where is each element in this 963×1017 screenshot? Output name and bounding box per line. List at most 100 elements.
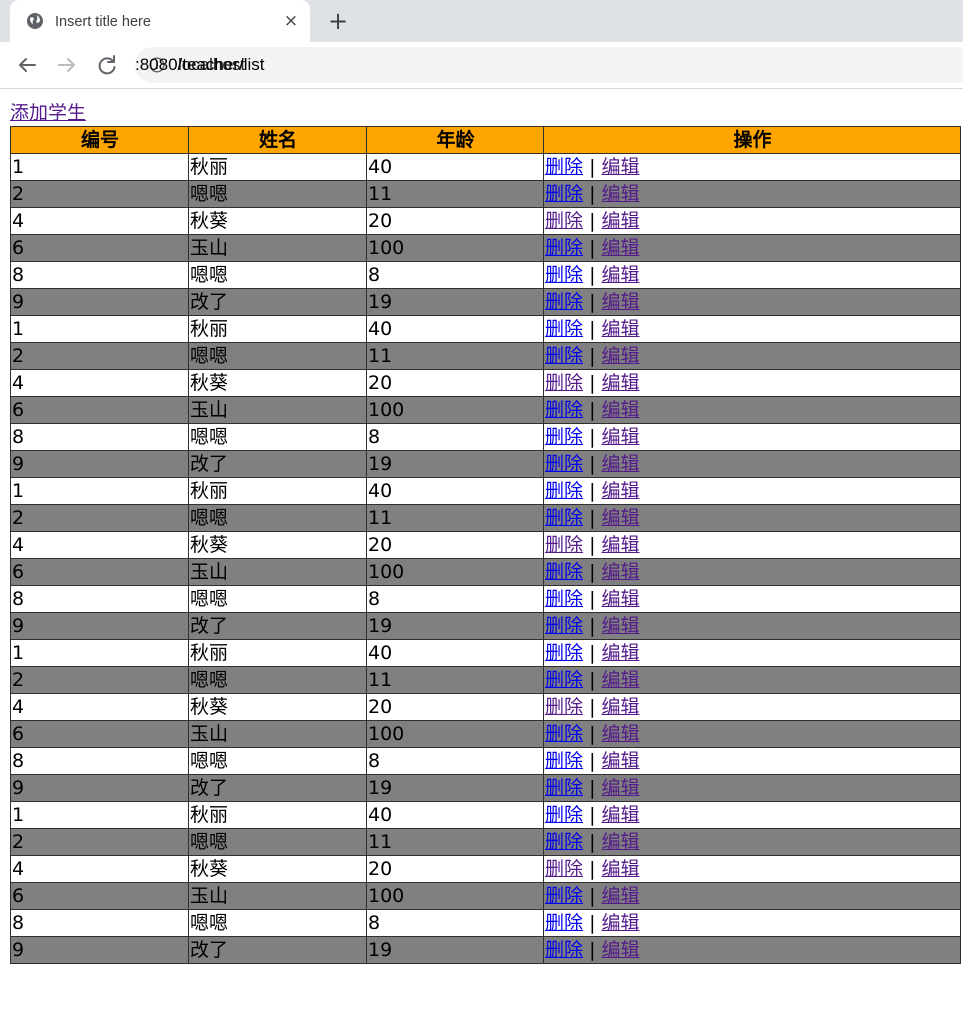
delete-link[interactable]: 删除 [545, 858, 583, 880]
action-separator: | [589, 939, 596, 961]
action-separator: | [589, 777, 596, 799]
edit-link[interactable]: 编辑 [602, 264, 640, 286]
action-separator: | [589, 750, 596, 772]
delete-link[interactable]: 删除 [545, 723, 583, 745]
delete-link[interactable]: 删除 [545, 156, 583, 178]
delete-link[interactable]: 删除 [545, 210, 583, 232]
delete-link[interactable]: 删除 [545, 534, 583, 556]
cell-name: 改了 [188, 774, 367, 802]
cell-age: 20 [366, 369, 544, 397]
edit-link[interactable]: 编辑 [602, 291, 640, 313]
edit-link[interactable]: 编辑 [602, 480, 640, 502]
edit-link[interactable]: 编辑 [602, 399, 640, 421]
table-row: 8 嗯嗯 8 删除 | 编辑 [10, 261, 961, 289]
cell-id: 4 [10, 693, 189, 721]
edit-link[interactable]: 编辑 [602, 561, 640, 583]
reload-icon[interactable] [93, 51, 121, 79]
edit-link[interactable]: 编辑 [602, 696, 640, 718]
delete-link[interactable]: 删除 [545, 345, 583, 367]
forward-arrow-icon[interactable] [53, 51, 81, 79]
cell-actions: 删除 | 编辑 [543, 450, 961, 478]
delete-link[interactable]: 删除 [545, 642, 583, 664]
cell-name: 嗯嗯 [188, 423, 367, 451]
delete-link[interactable]: 删除 [545, 183, 583, 205]
delete-link[interactable]: 删除 [545, 831, 583, 853]
edit-link[interactable]: 编辑 [602, 156, 640, 178]
cell-actions: 删除 | 编辑 [543, 882, 961, 910]
table-row: 2 嗯嗯 11 删除 | 编辑 [10, 666, 961, 694]
delete-link[interactable]: 删除 [545, 561, 583, 583]
delete-link[interactable]: 删除 [545, 480, 583, 502]
close-tab-icon[interactable]: × [280, 10, 302, 32]
edit-link[interactable]: 编辑 [602, 723, 640, 745]
table-header-row: 编号 姓名 年龄 操作 [10, 126, 961, 154]
cell-actions: 删除 | 编辑 [543, 936, 961, 964]
browser-toolbar: localhost :8080/teacher/list [0, 42, 963, 89]
edit-link[interactable]: 编辑 [602, 858, 640, 880]
cell-age: 19 [366, 450, 544, 478]
action-separator: | [589, 210, 596, 232]
table-row: 6 玉山 100 删除 | 编辑 [10, 234, 961, 262]
edit-link[interactable]: 编辑 [602, 669, 640, 691]
edit-link[interactable]: 编辑 [602, 750, 640, 772]
delete-link[interactable]: 删除 [545, 264, 583, 286]
delete-link[interactable]: 删除 [545, 426, 583, 448]
delete-link[interactable]: 删除 [545, 912, 583, 934]
edit-link[interactable]: 编辑 [602, 453, 640, 475]
edit-link[interactable]: 编辑 [602, 642, 640, 664]
action-separator: | [589, 831, 596, 853]
delete-link[interactable]: 删除 [545, 777, 583, 799]
delete-link[interactable]: 删除 [545, 885, 583, 907]
globe-icon [27, 13, 43, 29]
edit-link[interactable]: 编辑 [602, 939, 640, 961]
edit-link[interactable]: 编辑 [602, 534, 640, 556]
delete-link[interactable]: 删除 [545, 615, 583, 637]
edit-link[interactable]: 编辑 [602, 615, 640, 637]
edit-link[interactable]: 编辑 [602, 804, 640, 826]
delete-link[interactable]: 删除 [545, 588, 583, 610]
back-arrow-icon[interactable] [13, 51, 41, 79]
cell-name: 秋丽 [188, 801, 367, 829]
delete-link[interactable]: 删除 [545, 696, 583, 718]
action-separator: | [589, 507, 596, 529]
edit-link[interactable]: 编辑 [602, 831, 640, 853]
table-row: 8 嗯嗯 8 删除 | 编辑 [10, 423, 961, 451]
add-student-link[interactable]: 添加学生 [10, 101, 86, 125]
delete-link[interactable]: 删除 [545, 318, 583, 340]
delete-link[interactable]: 删除 [545, 750, 583, 772]
action-separator: | [589, 156, 596, 178]
new-tab-icon[interactable]: + [324, 8, 352, 36]
cell-id: 4 [10, 369, 189, 397]
edit-link[interactable]: 编辑 [602, 345, 640, 367]
cell-actions: 删除 | 编辑 [543, 666, 961, 694]
edit-link[interactable]: 编辑 [602, 372, 640, 394]
edit-link[interactable]: 编辑 [602, 210, 640, 232]
edit-link[interactable]: 编辑 [602, 426, 640, 448]
edit-link[interactable]: 编辑 [602, 183, 640, 205]
edit-link[interactable]: 编辑 [602, 507, 640, 529]
cell-id: 8 [10, 423, 189, 451]
edit-link[interactable]: 编辑 [602, 588, 640, 610]
delete-link[interactable]: 删除 [545, 372, 583, 394]
edit-link[interactable]: 编辑 [602, 237, 640, 259]
edit-link[interactable]: 编辑 [602, 318, 640, 340]
browser-tab[interactable]: Insert title here × [10, 0, 310, 42]
action-separator: | [589, 885, 596, 907]
delete-link[interactable]: 删除 [545, 453, 583, 475]
cell-name: 嗯嗯 [188, 666, 367, 694]
cell-id: 8 [10, 747, 189, 775]
delete-link[interactable]: 删除 [545, 237, 583, 259]
action-separator: | [589, 426, 596, 448]
delete-link[interactable]: 删除 [545, 291, 583, 313]
delete-link[interactable]: 删除 [545, 804, 583, 826]
delete-link[interactable]: 删除 [545, 399, 583, 421]
edit-link[interactable]: 编辑 [602, 885, 640, 907]
delete-link[interactable]: 删除 [545, 507, 583, 529]
address-bar[interactable]: localhost :8080/teacher/list [135, 47, 963, 83]
delete-link[interactable]: 删除 [545, 669, 583, 691]
action-separator: | [589, 318, 596, 340]
cell-age: 100 [366, 720, 544, 748]
edit-link[interactable]: 编辑 [602, 912, 640, 934]
delete-link[interactable]: 删除 [545, 939, 583, 961]
edit-link[interactable]: 编辑 [602, 777, 640, 799]
